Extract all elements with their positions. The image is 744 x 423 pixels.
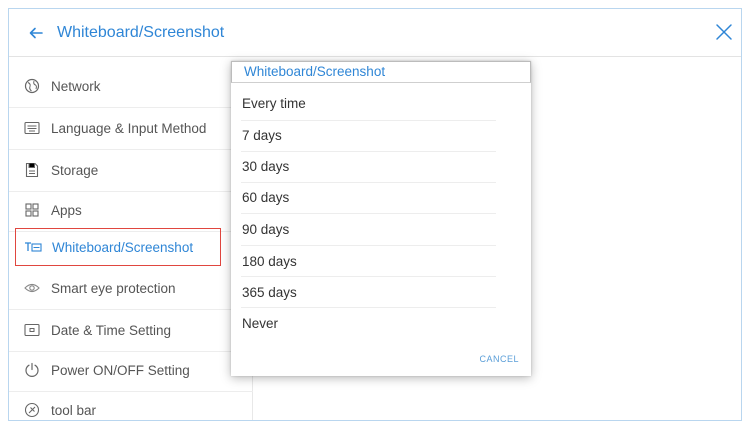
option-every-time[interactable]: Every time xyxy=(231,88,531,119)
dialog-title: Whiteboard/Screenshot xyxy=(231,61,531,83)
option-7-days[interactable]: 7 days xyxy=(231,120,531,151)
eye-icon xyxy=(23,279,41,297)
sidebar-item-storage[interactable]: Storage xyxy=(13,151,251,189)
apps-grid-icon xyxy=(23,201,41,219)
header-bar: Whiteboard/Screenshot xyxy=(9,9,741,57)
whiteboard-icon xyxy=(24,238,42,256)
sidebar-item-whiteboard[interactable]: Whiteboard/Screenshot xyxy=(15,228,221,266)
option-never[interactable]: Never xyxy=(231,308,531,339)
back-button[interactable] xyxy=(21,18,51,48)
sidebar-item-label: Date & Time Setting xyxy=(51,322,172,338)
storage-icon xyxy=(23,161,41,179)
retention-dialog: Whiteboard/Screenshot Every time 7 days … xyxy=(231,61,531,376)
sidebar-item-date-time[interactable]: Date & Time Setting xyxy=(13,311,251,349)
sidebar-item-label: Apps xyxy=(51,202,82,218)
sidebar-item-label: Whiteboard/Screenshot xyxy=(52,239,194,255)
divider xyxy=(9,309,253,310)
toolbar-icon xyxy=(23,401,41,419)
sidebar-item-label: Power ON/OFF Setting xyxy=(51,362,190,378)
settings-window: Whiteboard/Screenshot Network Language &… xyxy=(8,8,742,421)
globe-icon xyxy=(23,77,41,95)
keyboard-icon xyxy=(23,119,41,137)
calendar-icon xyxy=(23,321,41,339)
sidebar-item-language[interactable]: Language & Input Method xyxy=(13,109,251,147)
divider xyxy=(9,107,253,108)
option-30-days[interactable]: 30 days xyxy=(231,151,531,182)
sidebar-item-label: Smart eye protection xyxy=(51,280,176,296)
sidebar-item-network[interactable]: Network xyxy=(13,67,251,105)
divider xyxy=(9,149,253,150)
close-icon xyxy=(716,24,732,40)
option-180-days[interactable]: 180 days xyxy=(231,246,531,277)
power-icon xyxy=(23,361,41,379)
option-90-days[interactable]: 90 days xyxy=(231,214,531,245)
sidebar-item-apps[interactable]: Apps xyxy=(13,191,251,229)
sidebar-item-label: Network xyxy=(51,78,101,94)
back-arrow-icon xyxy=(29,27,43,38)
cancel-button[interactable]: CANCEL xyxy=(475,352,523,366)
sidebar-item-eye-protection[interactable]: Smart eye protection xyxy=(13,269,251,307)
sidebar-item-toolbar[interactable]: tool bar xyxy=(13,391,251,420)
sidebar: Network Language & Input Method Storage … xyxy=(9,65,253,420)
sidebar-item-power[interactable]: Power ON/OFF Setting xyxy=(13,351,251,389)
sidebar-item-label: tool bar xyxy=(51,402,97,418)
option-60-days[interactable]: 60 days xyxy=(231,182,531,213)
page-title: Whiteboard/Screenshot xyxy=(57,23,225,41)
sidebar-item-label: Storage xyxy=(51,162,99,178)
option-365-days[interactable]: 365 days xyxy=(231,277,531,308)
sidebar-item-label: Language & Input Method xyxy=(51,120,207,136)
close-button[interactable] xyxy=(711,19,737,45)
